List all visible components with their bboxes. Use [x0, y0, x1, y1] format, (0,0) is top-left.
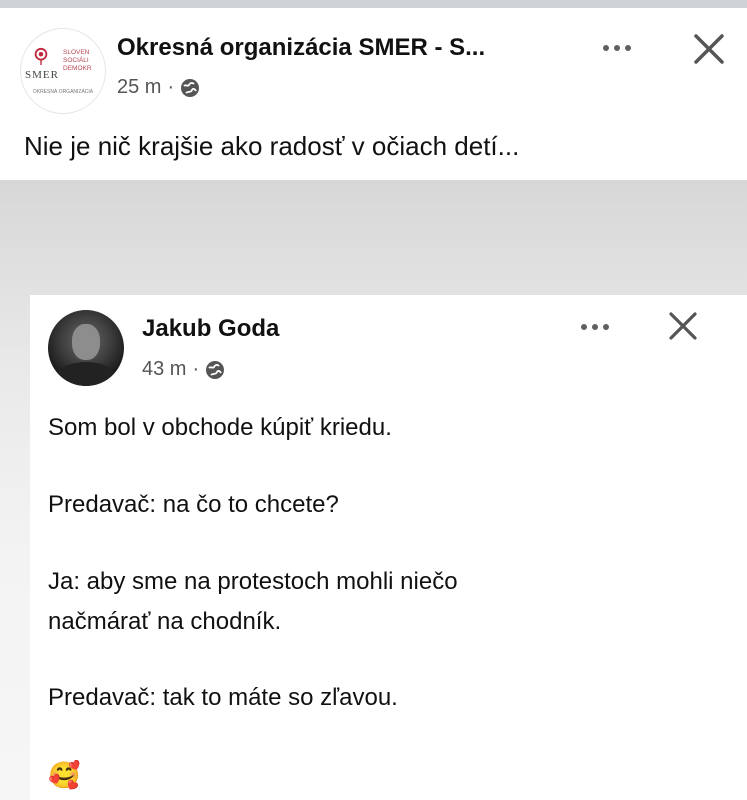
shared-text-line: Som bol v obchode kúpiť kriedu.: [48, 414, 392, 441]
shared-author-name: Jakub Goda: [142, 315, 280, 342]
shared-more-options-icon: [581, 324, 609, 330]
meta-separator: ·: [167, 76, 175, 98]
shared-meta-separator: ·: [192, 358, 200, 380]
post-photo[interactable]: Jakub Goda 43 m · Som bol v obchode kúpi…: [0, 180, 747, 800]
post-time[interactable]: 25 m: [117, 76, 161, 99]
shared-post-card: Jakub Goda 43 m · Som bol v obchode kúpi…: [30, 295, 747, 800]
shared-post-meta: 43 m ·: [142, 358, 225, 381]
shared-author-avatar: [48, 310, 124, 386]
page-avatar[interactable]: SMER SLOVEN SOCIÁLI DEMOKR OKRESNÁ ORGAN…: [20, 28, 106, 114]
post-header: [0, 8, 747, 118]
shared-close-icon: [669, 312, 697, 340]
logo-small-text: OKRESNÁ ORGANIZÁCIA: [32, 89, 94, 95]
shared-globe-icon: [206, 360, 225, 379]
shared-text-line: načmárať na chodník.: [48, 608, 282, 635]
shared-post-time: 43 m: [142, 358, 187, 380]
post-meta: 25 m ·: [117, 76, 200, 99]
rose-logo-icon: [34, 47, 48, 65]
logo-smer-text: SMER: [25, 69, 59, 81]
close-icon[interactable]: [693, 33, 725, 65]
shared-text-line: Predavač: tak to máte so zľavou.: [48, 684, 398, 711]
shared-text-line: Predavač: na čo to chcete?: [48, 491, 339, 518]
globe-icon: [181, 78, 200, 97]
post-author-name[interactable]: Okresná organizácia SMER - S...: [117, 34, 485, 62]
top-divider: [0, 0, 747, 8]
logo-side-text: SLOVEN SOCIÁLI DEMOKR: [63, 49, 92, 72]
post-text: Nie je nič krajšie ako radosť v očiach d…: [24, 131, 520, 161]
smiling-face-with-hearts-emoji: 🥰: [48, 760, 81, 790]
more-options-icon[interactable]: [603, 45, 631, 51]
shared-text-line: Ja: aby sme na protestoch mohli niečo: [48, 568, 458, 595]
